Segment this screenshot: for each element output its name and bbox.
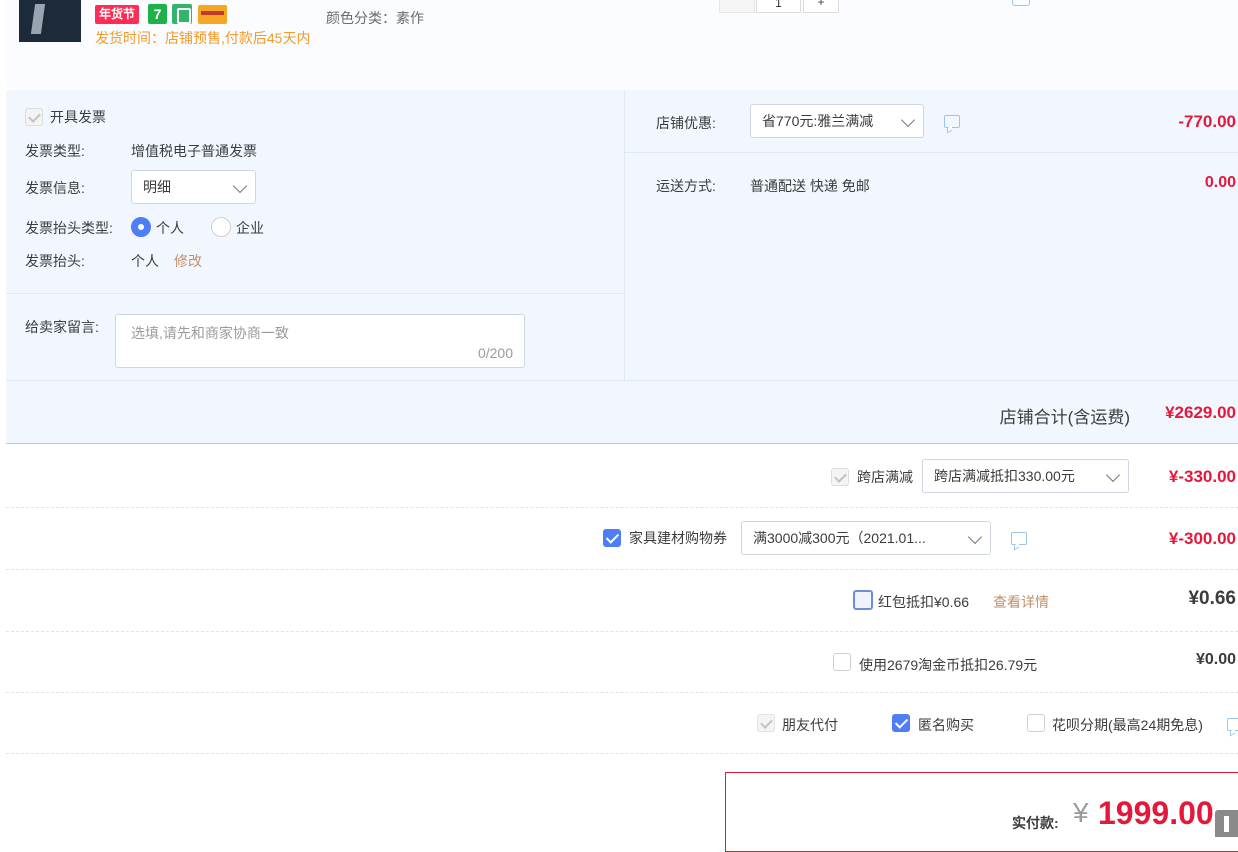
friend-pay-checkbox[interactable] bbox=[757, 714, 775, 732]
shipping-value: 普通配送 快递 免邮 bbox=[750, 178, 870, 194]
divider bbox=[625, 152, 1238, 153]
cross-store-select[interactable]: 跨店满减抵扣330.00元 bbox=[922, 459, 1129, 493]
divider bbox=[6, 380, 1238, 381]
radio-enterprise[interactable] bbox=[211, 217, 231, 237]
invoice-info-label: 发票信息: bbox=[25, 180, 85, 196]
nianhuojie-badge: 年货节 bbox=[95, 5, 140, 24]
shipping-label: 运送方式: bbox=[656, 178, 716, 194]
coupon-checkbox[interactable] bbox=[603, 529, 621, 547]
redpacket-checkbox[interactable] bbox=[853, 590, 873, 610]
message-icon[interactable] bbox=[944, 110, 960, 128]
modify-invoice-link[interactable]: 修改 bbox=[174, 251, 202, 271]
quantity-increase-button[interactable]: + bbox=[803, 0, 839, 13]
color-value: 素作 bbox=[396, 10, 424, 26]
redpacket-label: 红包抵扣¥0.66 bbox=[878, 594, 970, 610]
invoice-info-select[interactable]: 明细 bbox=[131, 170, 256, 204]
divider bbox=[6, 507, 1238, 508]
taojinbi-amount: ¥0.00 bbox=[1195, 651, 1236, 668]
huabei-label: 花呗分期(最高24期免息) bbox=[1052, 717, 1203, 733]
store-discount-label: 店铺优惠: bbox=[656, 115, 716, 131]
cross-store-value: 跨店满减抵扣330.00元 bbox=[934, 468, 1075, 484]
coupon-value: 满3000减300元（2021.01... bbox=[753, 530, 926, 546]
taojinbi-checkbox[interactable] bbox=[833, 653, 851, 671]
chevron-down-icon bbox=[1105, 467, 1121, 483]
store-discount-amount: -770.00 bbox=[1178, 112, 1236, 131]
payment-amount: 1999.00 bbox=[1098, 795, 1214, 831]
shipping-amount: 0.00 bbox=[1204, 174, 1236, 191]
divider bbox=[624, 90, 625, 380]
char-count: 0/200 bbox=[477, 345, 513, 361]
chat-icon[interactable] bbox=[1012, 0, 1030, 6]
message-icon[interactable] bbox=[1227, 713, 1238, 731]
seller-message-placeholder: 选填,请先和商家协商一致 bbox=[131, 325, 289, 341]
coupon-label: 家具建材购物券 bbox=[629, 530, 727, 546]
package-icon bbox=[172, 4, 192, 24]
invoice-type-label: 发票类型: bbox=[25, 143, 85, 159]
message-icon[interactable] bbox=[1011, 527, 1027, 545]
payment-currency: ¥ bbox=[1073, 797, 1089, 828]
radio-personal[interactable] bbox=[131, 217, 151, 237]
product-thumbnail[interactable] bbox=[19, 0, 81, 42]
cross-store-checkbox[interactable] bbox=[831, 468, 849, 486]
store-total-label: 店铺合计(含运费) bbox=[999, 408, 1130, 427]
store-discount-select[interactable]: 省770元:雅兰满减 bbox=[750, 104, 924, 138]
quantity-decrease-button[interactable] bbox=[719, 0, 755, 13]
invoice-title-label: 发票抬头: bbox=[25, 253, 85, 269]
invoice-type-value: 增值税电子普通发票 bbox=[131, 143, 257, 159]
redpacket-details-link[interactable]: 查看详情 bbox=[993, 592, 1049, 612]
coupon-amount: ¥-300.00 bbox=[1168, 529, 1236, 548]
color-category: 颜色分类：素作 bbox=[326, 8, 424, 28]
color-label: 颜色分类： bbox=[326, 10, 396, 26]
friend-pay-label: 朋友代付 bbox=[782, 717, 838, 733]
chevron-down-icon bbox=[900, 112, 916, 128]
anonymous-label: 匿名购买 bbox=[918, 717, 974, 733]
payment-label: 实付款: bbox=[1012, 815, 1059, 831]
credit-card-icon bbox=[198, 5, 227, 24]
ship-time: 发货时间：店铺预售,付款后45天内 bbox=[95, 30, 311, 46]
back-to-top-icon[interactable] bbox=[1215, 810, 1238, 837]
issue-invoice-label: 开具发票 bbox=[50, 109, 106, 125]
seller-message-label: 给卖家留言: bbox=[25, 319, 99, 335]
chevron-down-icon bbox=[232, 178, 248, 194]
radio-enterprise-label: 企业 bbox=[236, 220, 264, 236]
quantity-input[interactable]: 1 bbox=[756, 0, 801, 13]
divider bbox=[6, 631, 1238, 632]
seven-day-return-badge: 7 bbox=[148, 4, 167, 24]
invoice-title-type-label: 发票抬头类型: bbox=[25, 220, 113, 236]
cross-store-label: 跨店满减 bbox=[857, 469, 913, 485]
redpacket-amount: ¥0.66 bbox=[1188, 588, 1236, 609]
huabei-checkbox[interactable] bbox=[1027, 714, 1045, 732]
store-total-amount: ¥2629.00 bbox=[1165, 403, 1236, 422]
anonymous-checkbox[interactable] bbox=[892, 714, 910, 732]
store-discount-value: 省770元:雅兰满减 bbox=[762, 113, 874, 129]
seller-message-input[interactable]: 选填,请先和商家协商一致 0/200 bbox=[115, 314, 525, 368]
divider bbox=[6, 293, 624, 294]
divider bbox=[6, 753, 1238, 754]
taojinbi-label: 使用2679淘金币抵扣26.79元 bbox=[859, 657, 1038, 673]
divider bbox=[6, 569, 1238, 570]
coupon-select[interactable]: 满3000减300元（2021.01... bbox=[741, 521, 991, 555]
chevron-down-icon bbox=[967, 529, 983, 545]
divider bbox=[6, 692, 1238, 693]
invoice-info-value: 明细 bbox=[143, 179, 171, 195]
radio-personal-label: 个人 bbox=[156, 220, 184, 236]
issue-invoice-checkbox[interactable] bbox=[25, 108, 43, 126]
invoice-title-value: 个人 bbox=[131, 253, 159, 269]
cross-store-amount: ¥-330.00 bbox=[1168, 467, 1236, 486]
